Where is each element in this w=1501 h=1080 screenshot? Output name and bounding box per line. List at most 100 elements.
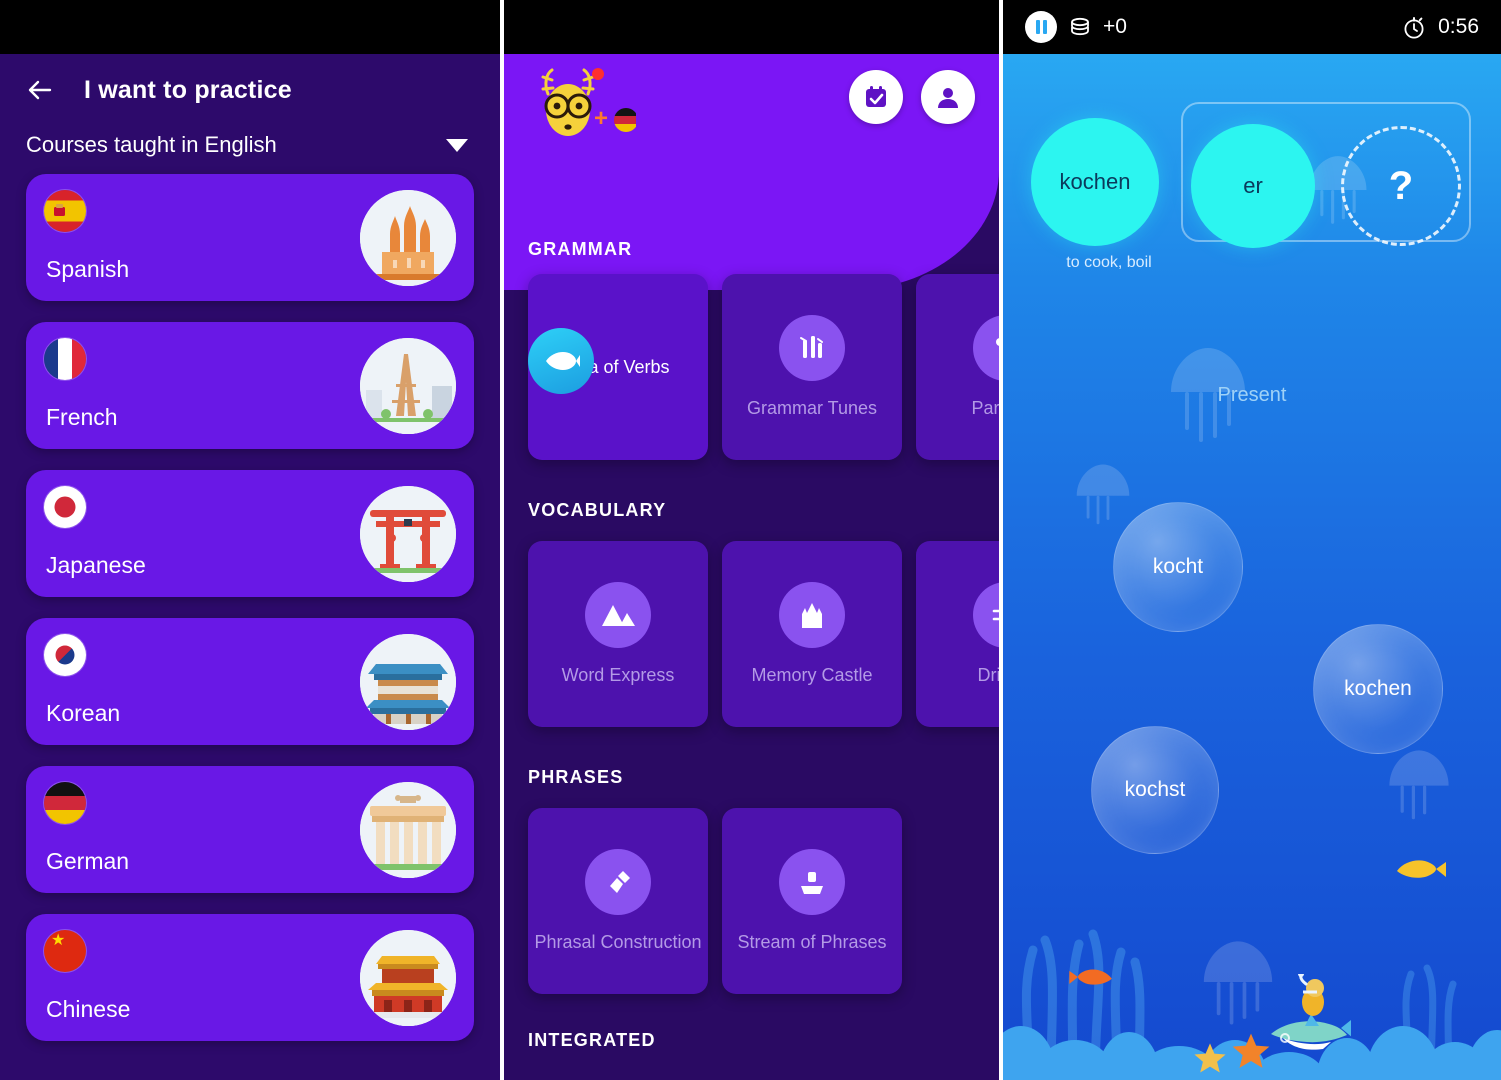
- game-card-grammar-tunes[interactable]: Grammar Tunes: [722, 274, 902, 460]
- filter-label: Courses taught in English: [26, 132, 277, 157]
- page-title: I want to practice: [84, 75, 292, 104]
- chevron-down-icon: [446, 138, 468, 152]
- tiananmen-icon: [360, 929, 456, 1026]
- game-card-phrasal-construction[interactable]: Phrasal Construction: [528, 808, 708, 994]
- verb-ball[interactable]: kochen: [1031, 118, 1159, 246]
- status-bar: [504, 0, 999, 54]
- game-card-memory-castle[interactable]: Memory Castle: [722, 541, 902, 727]
- game-card-title: Word Express: [561, 664, 675, 685]
- drift-icon: [973, 581, 999, 648]
- language-card-spanish[interactable]: Spanish: [26, 174, 474, 301]
- profile-button[interactable]: [921, 70, 975, 124]
- answer-bubble[interactable]: kocht: [1113, 502, 1243, 632]
- game-card-particles[interactable]: Particles: [916, 274, 999, 460]
- person-icon: [938, 88, 958, 108]
- game-card-title: Particles: [971, 397, 999, 418]
- grammar-card-row[interactable]: Sea of Verbs Grammar Tunes Par: [504, 274, 999, 460]
- jellyfish-icon: [1389, 750, 1449, 820]
- language-card-chinese[interactable]: Chinese: [26, 914, 474, 1041]
- deer-mascot-icon[interactable]: +: [526, 64, 636, 144]
- flag-germany-icon: [44, 782, 86, 824]
- fish-icon: [1069, 969, 1112, 985]
- castle-icon: [779, 581, 845, 648]
- language-name: French: [46, 404, 118, 430]
- pause-icon: [1042, 20, 1047, 34]
- fish-icon: [1397, 860, 1446, 878]
- eiffel-tower-icon: [360, 337, 456, 434]
- answer-bubble[interactable]: kochst: [1091, 726, 1219, 854]
- fountain-icon: [779, 848, 845, 915]
- pronoun-ball[interactable]: er: [1191, 124, 1315, 248]
- language-card-korean[interactable]: Korean: [26, 618, 474, 745]
- verb-label: kochen: [1059, 169, 1131, 194]
- status-bar: [0, 0, 500, 54]
- language-name: German: [46, 848, 130, 874]
- section-label-grammar: GRAMMAR: [528, 239, 633, 259]
- game-card-word-express[interactable]: Word Express: [528, 541, 708, 727]
- fish-icon: [528, 328, 594, 394]
- game-hud: +0 0:56: [1003, 0, 1501, 54]
- language-name: Chinese: [46, 996, 131, 1022]
- back-arrow-icon[interactable]: [26, 76, 54, 104]
- answer-slot[interactable]: ?: [1341, 126, 1461, 246]
- language-name: Korean: [46, 700, 121, 726]
- course-language-filter[interactable]: Courses taught in English: [0, 126, 500, 174]
- hud-right-group: 0:56: [1401, 14, 1479, 40]
- bubble-label: kochst: [1124, 778, 1186, 801]
- svg-text:+: +: [594, 105, 608, 132]
- language-name: Japanese: [46, 552, 146, 578]
- coins-icon: [1071, 17, 1089, 36]
- calendar-check-button[interactable]: [849, 70, 903, 124]
- calendar-check-icon: [866, 86, 886, 107]
- game-card-title: Stream of Phrases: [737, 931, 887, 952]
- language-card-japanese[interactable]: Japanese: [26, 470, 474, 597]
- courses-screen: + GRAMMAR Sea of Verbs Grammar Tunes Par…: [504, 0, 999, 1080]
- prompt-zone: kochen to cook, boil er ?: [1003, 100, 1501, 370]
- game-card-title: Memory Castle: [751, 664, 873, 685]
- phrases-card-row[interactable]: Phrasal Construction Stream of Phrases: [504, 808, 999, 994]
- verb-translation: to cook, boil: [1066, 254, 1152, 271]
- section-phrases: PHRASES Phrasal Construction Stream of P…: [504, 767, 999, 994]
- pause-icon: [1035, 20, 1040, 34]
- vocabulary-card-row[interactable]: Word Express Memory Castle Dri: [504, 541, 999, 727]
- game-card-drifting[interactable]: Drifting: [916, 541, 999, 727]
- underwater-scene: kocht kochen kochst kochen to cook, boil…: [1003, 54, 1501, 1080]
- question-mark-icon: ?: [1388, 163, 1414, 208]
- torii-gate-icon: [360, 485, 456, 582]
- section-label-vocabulary: VOCABULARY: [528, 500, 667, 520]
- language-list: Spanish French Japanese Korean German ★ …: [0, 174, 500, 1041]
- stopwatch-icon: [1404, 17, 1424, 39]
- trowel-icon: [585, 848, 651, 915]
- particles-icon: [973, 314, 999, 381]
- mountains-icon: [585, 581, 651, 648]
- coins-value: +0: [1103, 15, 1127, 38]
- language-card-german[interactable]: German: [26, 766, 474, 893]
- game-card-stream-of-phrases[interactable]: Stream of Phrases: [722, 808, 902, 994]
- starfish-icon: [1194, 1043, 1226, 1073]
- diver-dolphin-icon: [1271, 974, 1351, 1050]
- sagrada-familia-icon: [360, 189, 456, 286]
- section-integrated: INTEGRATED: [504, 1030, 999, 1051]
- game-card-title: Drifting: [977, 664, 999, 685]
- notification-dot: [592, 68, 604, 80]
- header-actions: [849, 70, 975, 124]
- brandenburg-gate-icon: [360, 781, 456, 878]
- flag-china-icon: [44, 930, 86, 972]
- flag-france-icon: [44, 338, 86, 380]
- hud-left-group: +0: [1025, 11, 1127, 43]
- app-bar: I want to practice: [0, 54, 500, 126]
- flag-japan-icon: [44, 486, 86, 528]
- timer-value: 0:56: [1438, 15, 1479, 38]
- bubble-label: kochen: [1344, 677, 1412, 700]
- tense-label: Present: [1217, 384, 1287, 406]
- bubble-label: kocht: [1152, 555, 1204, 578]
- game-card-sea-of-verbs[interactable]: Sea of Verbs: [528, 274, 708, 460]
- pause-button[interactable]: [1025, 11, 1057, 43]
- screenshot-root: I want to practice Courses taught in Eng…: [0, 0, 1501, 1080]
- language-name: Spanish: [46, 256, 130, 282]
- answer-bubble[interactable]: kochen: [1313, 624, 1443, 754]
- language-card-french[interactable]: French: [26, 322, 474, 449]
- flag-south-korea-icon: [44, 634, 86, 676]
- game-card-title: Phrasal Construction: [534, 931, 702, 952]
- course-header: + GRAMMAR: [504, 54, 999, 290]
